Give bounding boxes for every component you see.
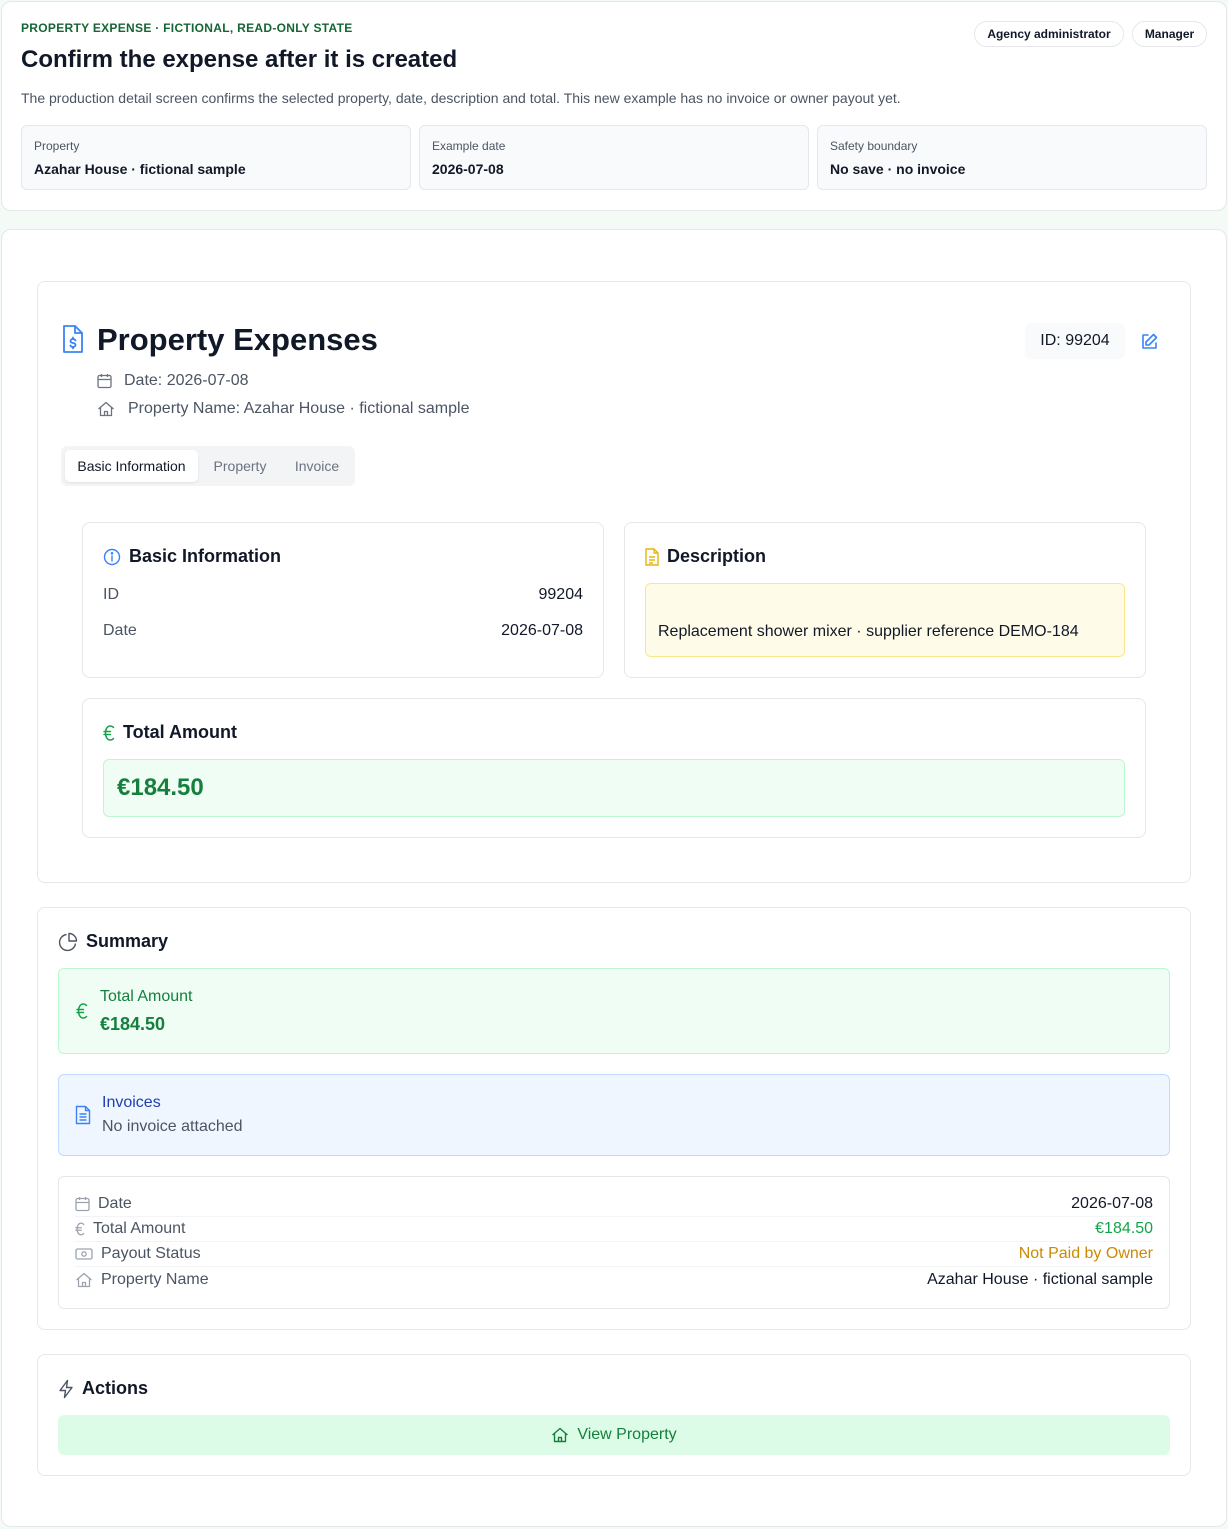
description-box: Replacement shower mixer · supplier refe… [645, 583, 1125, 657]
role-badge-manager: Manager [1132, 21, 1207, 47]
fact-label: Example date [432, 139, 506, 153]
summary-invoices-label: Invoices [102, 1094, 161, 1111]
meta-date: Date: 2026-07-08 [97, 372, 249, 390]
actions-title: Actions [58, 1378, 148, 1399]
euro-icon [103, 724, 115, 742]
summary-invoices-box: Invoices No invoice attached [58, 1074, 1170, 1156]
tab-invoice[interactable]: Invoice [282, 450, 352, 482]
summary-total-box: Total Amount €184.50 [58, 968, 1170, 1054]
banner-description: The production detail screen confirms th… [21, 90, 901, 106]
home-icon [97, 401, 115, 417]
summary-invoices-value: No invoice attached [102, 1118, 243, 1135]
euro-icon [75, 1221, 93, 1237]
lightning-icon [58, 1379, 74, 1399]
meta-date-text: Date: 2026-07-08 [124, 372, 249, 389]
calendar-icon [97, 373, 112, 389]
fact-label: Safety boundary [830, 139, 918, 153]
fact-value: No save · no invoice [830, 161, 966, 177]
basic-information-title-text: Basic Information [129, 546, 282, 566]
meta-property: Property Name: Azahar House · fictional … [97, 400, 469, 418]
edit-icon[interactable] [1140, 332, 1159, 351]
summary-row-label: Payout Status [101, 1245, 201, 1262]
info-icon [103, 548, 121, 566]
fact-value: Azahar House · fictional sample [34, 161, 246, 177]
home-icon [551, 1427, 569, 1443]
expense-document-icon [61, 323, 85, 355]
summary-total-label: Total Amount [100, 988, 193, 1005]
summary-row-property-name: Property Name Azahar House · fictional s… [75, 1267, 1153, 1292]
fact-label: Property [34, 139, 80, 153]
summary-row-date: Date 2026-07-08 [75, 1192, 1153, 1217]
fact-card-property: Property Azahar House · fictional sample [21, 125, 411, 190]
meta-property-text: Property Name: Azahar House · fictional … [128, 400, 470, 417]
fact-card-safety-boundary: Safety boundary No save · no invoice [817, 125, 1207, 190]
summary-title: Summary [58, 931, 168, 952]
basic-id-label: ID [103, 586, 119, 603]
fact-value: 2026-07-08 [432, 161, 504, 177]
summary-title-text: Summary [86, 931, 169, 951]
summary-row-label: Total Amount [93, 1220, 186, 1237]
calendar-icon [75, 1196, 98, 1212]
total-amount-title: Total Amount [103, 722, 237, 743]
detail-tabs: Basic Information Property Invoice [61, 446, 355, 486]
summary-row-value: 2026-07-08 [1071, 1195, 1153, 1212]
view-property-label: View Property [577, 1426, 677, 1443]
total-amount-value: €184.50 [117, 774, 204, 801]
description-title-text: Description [667, 546, 767, 566]
banner-eyebrow: PROPERTY EXPENSE · FICTIONAL, READ-ONLY … [21, 21, 353, 35]
summary-row-value: €184.50 [1095, 1220, 1153, 1237]
summary-row-label: Date [98, 1195, 132, 1212]
basic-date-label: Date [103, 622, 137, 639]
role-badge-agency-administrator: Agency administrator [974, 21, 1124, 47]
euro-icon [76, 1002, 88, 1020]
cash-icon [75, 1247, 101, 1261]
basic-information-title: Basic Information [103, 546, 281, 567]
basic-id-value: 99204 [538, 586, 584, 603]
summary-row-label: Property Name [101, 1270, 209, 1288]
home-icon [75, 1272, 101, 1288]
summary-total-value: €184.50 [100, 1014, 166, 1034]
invoice-icon [75, 1105, 91, 1125]
tab-property[interactable]: Property [202, 450, 278, 482]
tab-basic-information[interactable]: Basic Information [65, 450, 198, 482]
total-amount-title-text: Total Amount [123, 722, 237, 742]
banner-title: Confirm the expense after it is created [21, 46, 458, 73]
pie-chart-icon [58, 932, 78, 952]
summary-details-list: Date 2026-07-08 Total Amount €184.50 Pay… [58, 1176, 1170, 1309]
actions-title-text: Actions [82, 1378, 149, 1398]
view-property-button[interactable]: View Property [58, 1415, 1170, 1455]
total-amount-box: €184.50 [103, 759, 1125, 817]
page-title: Property Expenses [97, 322, 378, 357]
description-title: Description [645, 546, 766, 567]
description-text: Replacement shower mixer · supplier refe… [658, 623, 1079, 640]
summary-row-total-amount: Total Amount €184.50 [75, 1217, 1153, 1242]
basic-date-value: 2026-07-08 [501, 622, 583, 639]
summary-row-value: Azahar House · fictional sample [927, 1270, 1153, 1288]
id-chip: ID: 99204 [1025, 323, 1125, 359]
fact-card-example-date: Example date 2026-07-08 [419, 125, 809, 190]
payout-status-value: Not Paid by Owner [1018, 1245, 1153, 1262]
summary-row-payout-status: Payout Status Not Paid by Owner [75, 1242, 1153, 1267]
document-icon [645, 547, 659, 566]
